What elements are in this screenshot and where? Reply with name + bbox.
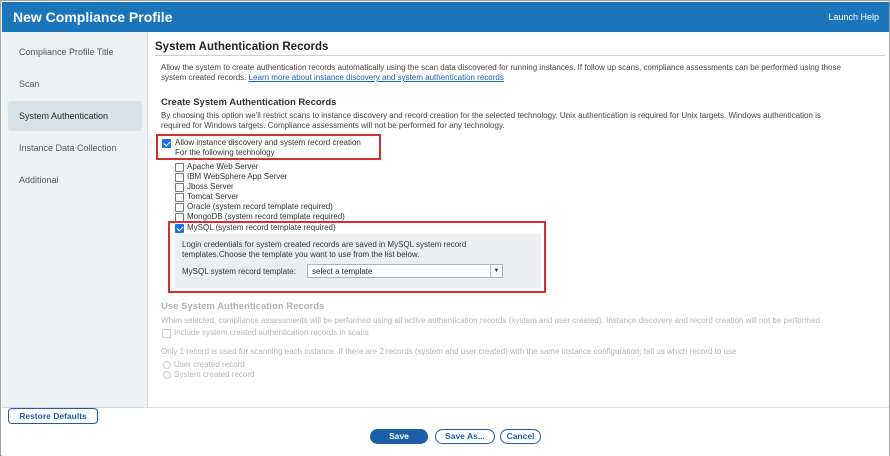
sidebar-item-scan[interactable]: Scan xyxy=(8,69,142,99)
restore-defaults-button[interactable]: Restore Defaults xyxy=(8,408,98,424)
tomcat-checkbox[interactable] xyxy=(175,193,184,202)
tomcat-label: Tomcat Server xyxy=(187,192,239,201)
launch-help-link[interactable]: Launch Help xyxy=(828,12,879,22)
allow-discovery-checkbox[interactable] xyxy=(162,139,171,148)
intro-text-line2: system created records. xyxy=(161,73,247,82)
mysql-note-line2: templates.Choose the template you want t… xyxy=(182,250,420,259)
oracle-checkbox[interactable] xyxy=(175,203,184,212)
intro-text-line1: Allow the system to create authenticatio… xyxy=(161,63,841,72)
use-section-heading: Use System Authentication Records xyxy=(161,301,325,312)
apache-label: Apache Web Server xyxy=(187,162,259,171)
include-system-records-checkbox[interactable] xyxy=(162,329,171,338)
save-as-button[interactable]: Save As... xyxy=(435,429,495,444)
mysql-template-select[interactable]: select a template ▼ xyxy=(307,264,503,278)
oracle-label: Oracle (system record template required) xyxy=(187,202,333,211)
include-system-records-label: Include system created authentication re… xyxy=(174,328,369,337)
create-section-desc-line2: required for Windows targets. Compliance… xyxy=(161,121,505,130)
page-title: System Authentication Records xyxy=(155,41,885,56)
mysql-label: MySQL (system record template required) xyxy=(187,223,336,232)
cancel-button[interactable]: Cancel xyxy=(500,429,541,444)
chevron-down-icon: ▼ xyxy=(490,265,502,277)
learn-more-link[interactable]: Learn more about instance discovery and … xyxy=(249,73,504,82)
radio-user-created-label: User created record xyxy=(174,360,245,369)
sidebar-item-instance-data-collection[interactable]: Instance Data Collection xyxy=(8,133,142,163)
use-section-desc: When selected, compliance assessments wi… xyxy=(161,316,823,325)
technology-sublabel: For the following technology xyxy=(175,148,275,157)
save-button[interactable]: Save xyxy=(370,429,428,444)
radio-system-created-label: System created record xyxy=(174,370,255,379)
mysql-checkbox[interactable] xyxy=(175,224,184,233)
mysql-template-value: select a template xyxy=(312,267,373,276)
jboss-label: Jboss Server xyxy=(187,182,234,191)
radio-system-created[interactable] xyxy=(163,371,171,379)
create-section-desc-line1: By choosing this option we'll restrict s… xyxy=(161,111,821,120)
radio-user-created[interactable] xyxy=(163,361,171,369)
sidebar-item-system-authentication[interactable]: System Authentication xyxy=(8,101,142,131)
apache-checkbox[interactable] xyxy=(175,163,184,172)
create-section-heading: Create System Authentication Records xyxy=(161,97,337,108)
dialog-footer: Restore Defaults Save Save As... Cancel xyxy=(2,407,889,456)
mysql-template-label: MySQL system record template: xyxy=(182,267,296,276)
mysql-note-line1: Login credentials for system created rec… xyxy=(182,240,467,249)
dialog-window: New Compliance Profile Launch Help Compl… xyxy=(0,0,890,456)
jboss-checkbox[interactable] xyxy=(175,183,184,192)
sidebar-item-additional[interactable]: Additional xyxy=(8,165,142,195)
sidebar-nav: Compliance Profile Title Scan System Aut… xyxy=(2,32,148,407)
websphere-checkbox[interactable] xyxy=(175,173,184,182)
title-bar: New Compliance Profile Launch Help xyxy=(2,2,889,32)
allow-discovery-label: Allow instance discovery and system reco… xyxy=(175,138,361,147)
dialog-title: New Compliance Profile xyxy=(13,9,173,25)
only-one-record-desc: Only 1 record is used for scanning each … xyxy=(161,347,737,356)
websphere-label: IBM WebSphere App Server xyxy=(187,172,288,181)
sidebar-item-compliance-profile-title[interactable]: Compliance Profile Title xyxy=(8,37,142,67)
